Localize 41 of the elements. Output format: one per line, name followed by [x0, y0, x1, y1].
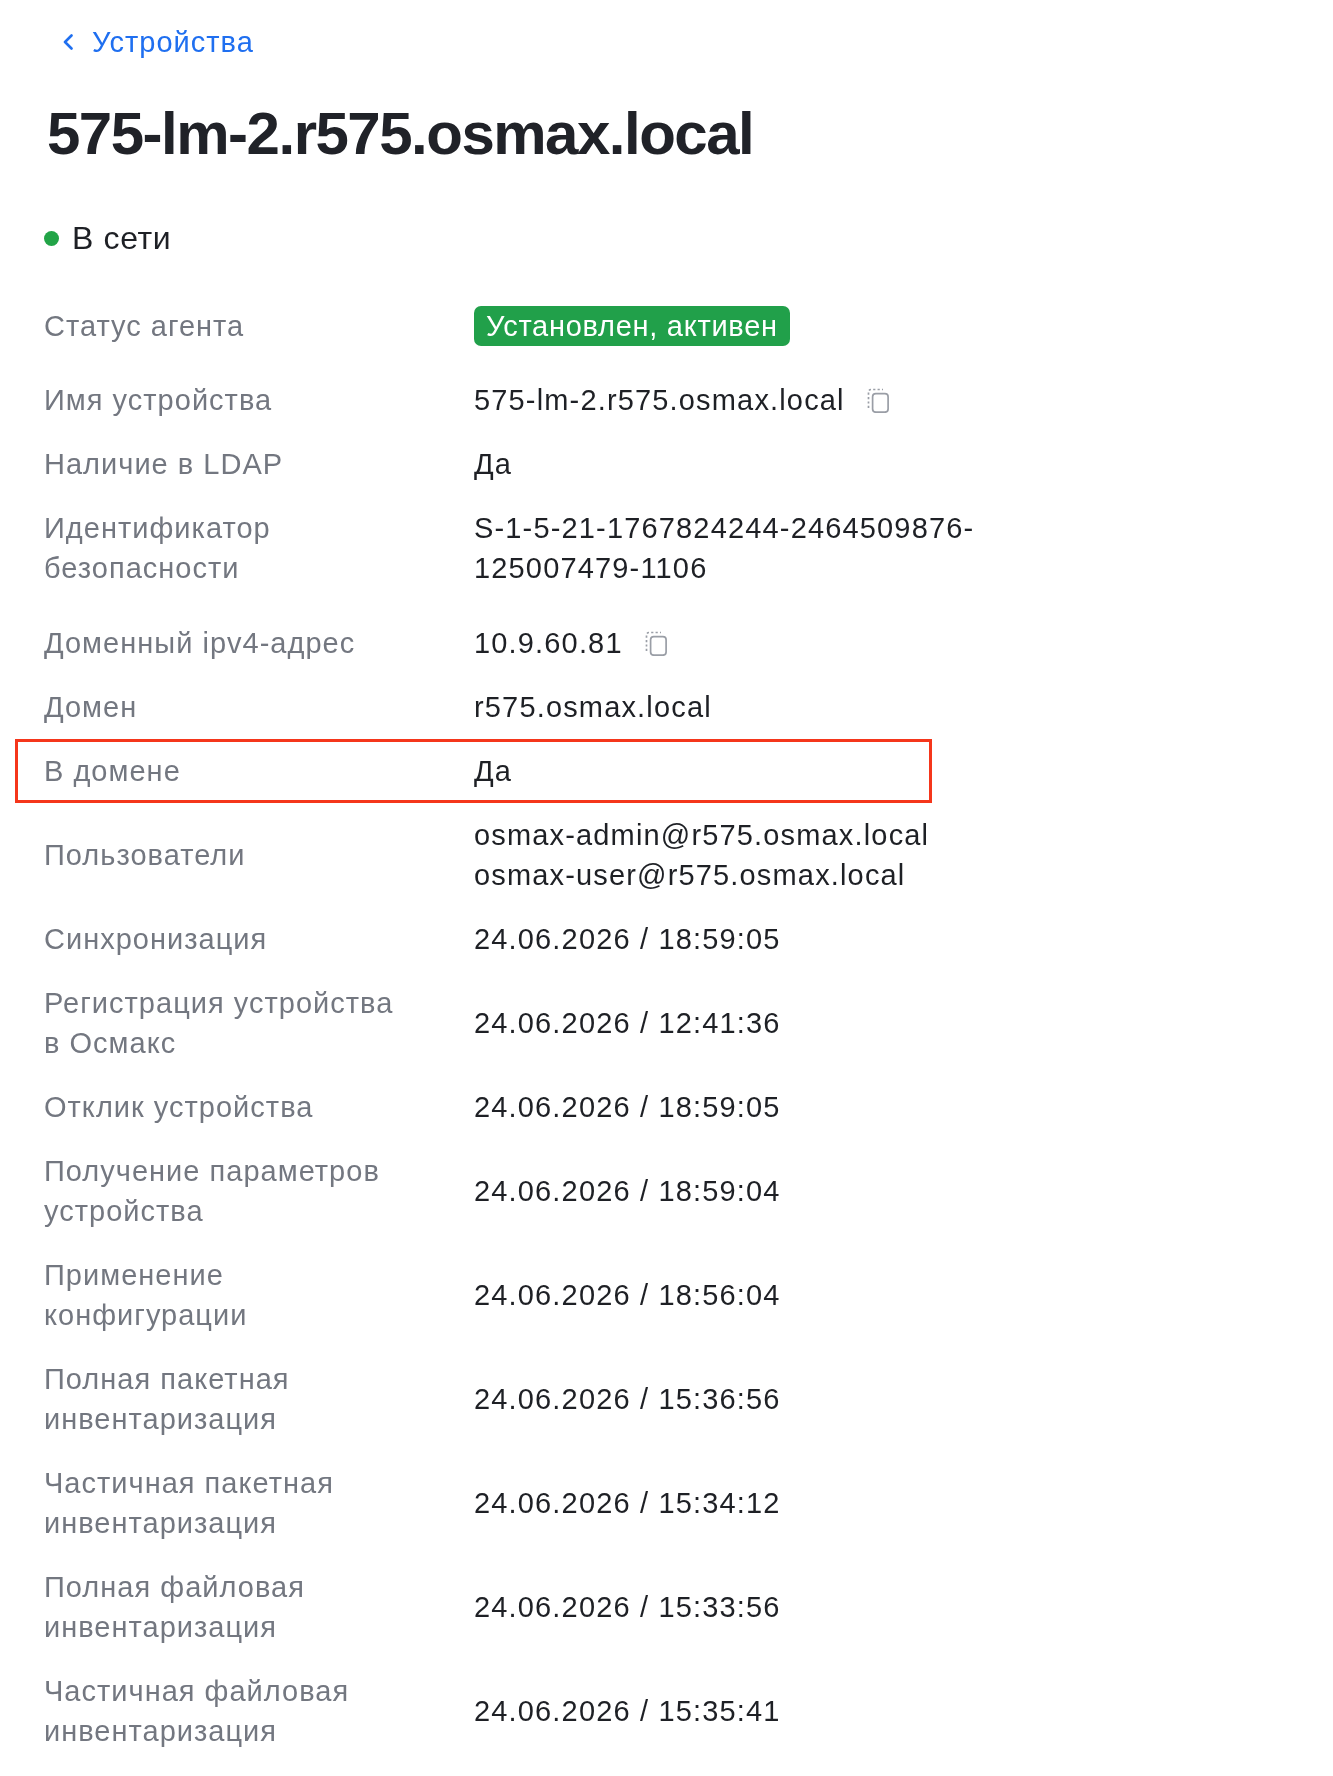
field-value: 24.06.2026 / 18:56:04	[474, 1279, 781, 1311]
field-label: Частичная файловая инвентаризация	[44, 1674, 351, 1749]
user-email: osmax-admin@r575.osmax.local	[474, 818, 930, 853]
field-label: Имя устройства	[44, 383, 274, 418]
field-value: 575-lm-2.r575.osmax.local	[474, 383, 845, 418]
field-label: Синхронизация	[44, 922, 269, 957]
field-label: Получение параметров устройства	[44, 1154, 381, 1229]
field-value: 24.06.2026 / 15:34:12	[474, 1487, 781, 1519]
field-label: Применение конфигурации	[44, 1258, 249, 1333]
field-value: Да	[474, 448, 513, 480]
field-value: 24.06.2026 / 18:59:04	[474, 1175, 781, 1207]
field-value: 24.06.2026 / 15:33:56	[474, 1591, 781, 1623]
field-label: Регистрация устройства в Осмакс	[44, 986, 395, 1061]
field-label: Пользователи	[44, 838, 247, 873]
field-label: Доменный ipv4-адрес	[44, 626, 357, 661]
copy-icon[interactable]	[866, 387, 889, 413]
field-value: 24.06.2026 / 15:36:56	[474, 1383, 781, 1415]
copy-icon[interactable]	[644, 630, 667, 656]
field-label: Полная пакетная инвентаризация	[44, 1362, 291, 1437]
field-value: S-1-5-21-1767824244-2464509876-125007479-1106	[474, 512, 975, 584]
field-label: В домене	[44, 754, 182, 789]
field-value: 24.06.2026 / 15:35:41	[474, 1695, 781, 1727]
field-label: Домен	[44, 690, 139, 725]
field-value: 24.06.2026 / 18:59:05	[474, 923, 781, 955]
field-value: 24.06.2026 / 18:59:05	[474, 1091, 781, 1123]
field-label: Отклик устройства	[44, 1090, 315, 1125]
chevron-left-icon	[63, 34, 73, 50]
page-title: 575-lm-2.r575.osmax.local	[47, 99, 754, 169]
field-label: Статус агента	[44, 309, 246, 344]
field-value: 10.9.60.81	[474, 626, 623, 661]
field-label: Частичная пакетная инвентаризация	[44, 1466, 335, 1541]
field-label: Наличие в LDAP	[44, 447, 285, 482]
agent-status-badge: Установлен, активен	[474, 306, 790, 346]
field-value: 24.06.2026 / 12:41:36	[474, 1007, 781, 1039]
field-value: Да	[474, 755, 513, 787]
status-text: В сети	[72, 219, 172, 258]
field-label: Идентификатор безопасности	[44, 511, 272, 586]
user-email: osmax-user@r575.osmax.local	[474, 858, 906, 893]
field-value: r575.osmax.local	[474, 691, 712, 723]
field-label: Полная файловая инвентаризация	[44, 1570, 306, 1645]
back-link[interactable]: Устройства	[63, 24, 254, 60]
